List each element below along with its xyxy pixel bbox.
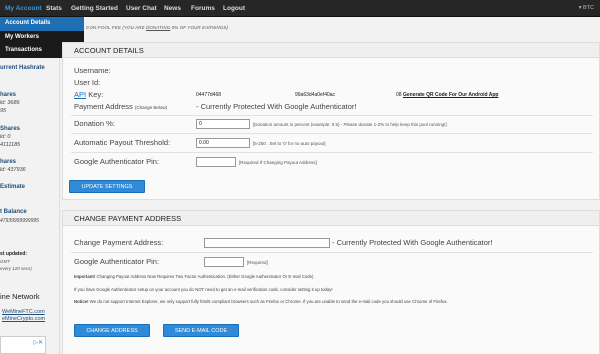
shares-2-value-2: 4111185	[0, 142, 21, 148]
change-payment-panel: CHANGE PAYMENT ADDRESS Change Payment Ad…	[62, 210, 600, 354]
fee-prefix: 0.0% FOOL FEE (YOU ARE	[86, 25, 145, 30]
top-navbar: My Account Stats Getting Started User Ch…	[0, 0, 600, 17]
divider	[71, 133, 593, 134]
btc-menu[interactable]: ▾ BTC	[579, 0, 594, 17]
last-updated-heading: st updated:	[0, 251, 27, 257]
notice-browser: Notice! We do not support Internet Explo…	[74, 299, 448, 304]
qr-code-link[interactable]: Generate QR Code For Our Android App	[403, 92, 498, 98]
change-address-input[interactable]	[204, 238, 330, 248]
estimate-heading: Estimate	[0, 184, 26, 190]
balance-heading: t Balance	[0, 209, 27, 215]
payout-threshold-label: Automatic Payout Threshold:	[74, 138, 171, 147]
update-settings-button[interactable]: UPDATE SETTINGS	[69, 180, 145, 193]
nav-user-chat[interactable]: User Chat	[126, 0, 157, 17]
notice-browser-text: We do not support Internet Explorer, we …	[89, 299, 448, 304]
nav-news[interactable]: News	[164, 0, 181, 17]
payout-threshold-hint: [5-250 . Set to '0' for no auto payout]	[253, 141, 326, 146]
api-key-value-end: 08	[396, 92, 402, 98]
payment-address-protected: - Currently Protected With Google Authen…	[196, 102, 357, 111]
shares-1-value-2: 95	[0, 108, 7, 114]
key-label: Key:	[88, 90, 104, 99]
nav-getting-started[interactable]: Getting Started	[71, 0, 118, 17]
account-details-title: ACCOUNT DETAILS	[63, 43, 599, 58]
ad-banner[interactable]: ▷✕	[0, 336, 46, 354]
change-address-button[interactable]: CHANGE ADDRESS	[74, 324, 150, 337]
shares-2-value-1: ld: 0	[0, 134, 11, 140]
last-updated-time: GMT	[0, 259, 10, 264]
api-key-value: 04477d468	[196, 92, 222, 98]
account-details-panel: ACCOUNT DETAILS Username: User Id: API K…	[62, 42, 600, 200]
change-payment-title: CHANGE PAYMENT ADDRESS	[63, 211, 599, 226]
network-heading: ine Network	[0, 292, 40, 301]
shares-heading-2: Shares	[0, 126, 21, 132]
api-link[interactable]: API	[74, 90, 86, 99]
username-label: Username:	[74, 66, 111, 75]
dropdown-account-details[interactable]: Account Details	[0, 17, 84, 31]
divider	[71, 252, 593, 253]
current-hashrate-heading: urrent Hashrate	[0, 65, 45, 71]
btc-label: BTC	[583, 5, 594, 11]
network-link-ieminecrypto[interactable]: eMineCrypto.com	[2, 316, 45, 322]
change-address-label: Change Payment Address:	[74, 238, 164, 247]
change-address-protected: - Currently Protected With Google Authen…	[332, 238, 493, 247]
payment-address-label: Payment Address (Change Below)	[74, 102, 167, 111]
nav-stats[interactable]: Stats	[46, 0, 62, 17]
nav-my-account[interactable]: My Account	[5, 0, 42, 17]
donation-label: Donation %:	[74, 119, 115, 128]
userid-label: User Id:	[74, 78, 101, 87]
payout-threshold-input[interactable]: 0.00	[196, 138, 250, 148]
change-below-hint: (Change Below)	[134, 105, 168, 110]
notice-important-label: Important!	[74, 274, 96, 279]
divider	[71, 152, 593, 153]
donating-link[interactable]: DONATING	[146, 25, 170, 30]
notice-important: Important! Changing Payout Address Now R…	[74, 274, 313, 279]
notice-browser-label: Notice!	[74, 299, 89, 304]
balance-value: 47939999999995	[0, 218, 39, 224]
api-key-label: API Key:	[74, 90, 103, 99]
fee-notice: 0.0% FOOL FEE (YOU ARE DONATING 0% OF YO…	[86, 25, 228, 30]
nav-forums[interactable]: Forums	[191, 0, 215, 17]
notice-important-text: Changing Payout Address Now Requires Two…	[96, 274, 314, 279]
fee-suffix: 0% OF YOUR EARNINGS)	[171, 25, 229, 30]
network-link-wemineftc[interactable]: WeMineFTC.com	[2, 309, 45, 315]
donation-hint: [Donation amount in percent (example: 0.…	[253, 122, 447, 127]
update-interval: every 120 secs)	[0, 266, 32, 271]
shares-3-value-1: ld: 437936	[0, 167, 26, 173]
change-ga-pin-hint: [Required]	[247, 260, 268, 265]
api-key-value-tail: 99a63d4a0ef40ac	[295, 92, 336, 98]
divider	[71, 115, 593, 116]
shares-heading-1: hares	[0, 92, 17, 98]
notice-ga-setup: If you have Google Authenticator setup o…	[74, 287, 333, 292]
payment-address-text: Payment Address	[74, 102, 133, 111]
donation-input[interactable]: 0	[196, 119, 250, 129]
ga-pin-hint: [Required If Changing Payout Address]	[239, 160, 317, 165]
ad-close-icon[interactable]: ▷✕	[33, 339, 43, 346]
change-ga-pin-input[interactable]	[204, 257, 244, 267]
ga-pin-label: Google Authenticator Pin:	[74, 157, 160, 166]
shares-heading-3: hares	[0, 159, 17, 165]
change-ga-pin-label: Google Authenticator Pin:	[74, 257, 160, 266]
send-email-code-button[interactable]: SEND E-MAIL CODE	[163, 324, 239, 337]
nav-logout[interactable]: Logout	[223, 0, 245, 17]
ga-pin-input[interactable]	[196, 157, 236, 167]
shares-1-value-1: ld: 3686	[0, 100, 20, 106]
